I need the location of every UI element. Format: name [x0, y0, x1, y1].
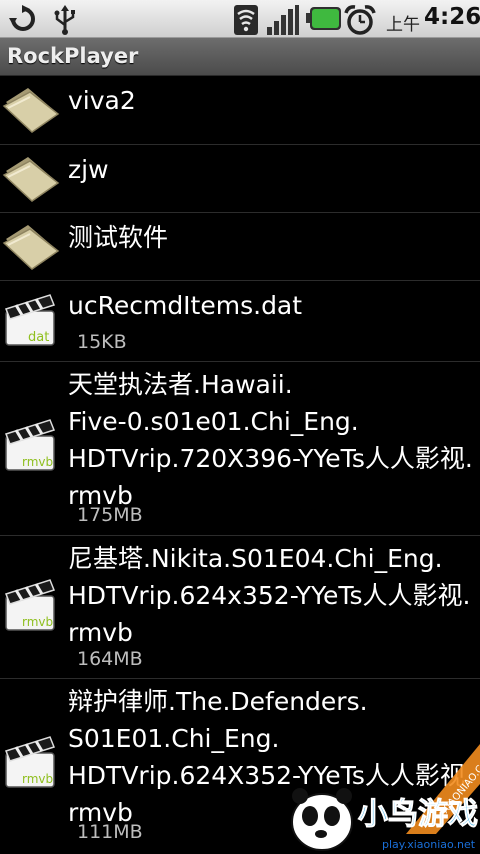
file-size: 111MB — [77, 821, 143, 843]
file-name: 天堂执法者.Hawaii. Five-0.s01e01.Chi_Eng. HDT… — [68, 366, 476, 514]
file-name-line: HDTVrip.624x352-YYeTs人人影视. — [68, 581, 471, 610]
alarm-icon — [344, 5, 376, 35]
status-bar: 上午 4:26 — [0, 0, 480, 38]
file-type-badge: dat — [28, 330, 49, 345]
file-type-badge: rmvb — [22, 455, 53, 469]
file-size: 175MB — [77, 504, 143, 526]
file-name: ucRecmdItems.dat — [68, 291, 303, 320]
usb-icon — [54, 5, 75, 35]
clapperboard-icon: dat — [5, 294, 55, 346]
file-name-line: Five-0.s01e01.Chi_Eng. — [68, 407, 359, 436]
list-item[interactable]: viva2 — [0, 76, 480, 145]
file-size: 15KB — [77, 331, 127, 353]
time-prefix: 上午 — [386, 15, 420, 35]
file-name-line: 天堂执法者.Hawaii. — [68, 370, 293, 399]
clapperboard-icon: rmvb — [5, 419, 55, 471]
watermark-text: 小鸟游戏 — [358, 797, 478, 832]
list-item[interactable]: zjw — [0, 145, 480, 213]
folder-icon — [2, 157, 60, 202]
app-title: RockPlayer — [7, 44, 139, 68]
signal-icon — [267, 5, 299, 35]
file-type-badge: rmvb — [22, 615, 53, 629]
clapperboard-icon: rmvb — [5, 736, 55, 788]
file-name-line: 尼基塔.Nikita.S01E04.Chi_Eng. — [68, 544, 443, 573]
watermark-url-2: play.xiaoniao.net — [382, 838, 476, 851]
list-item[interactable]: dat ucRecmdItems.dat 15KB — [0, 281, 480, 362]
file-name: 尼基塔.Nikita.S01E04.Chi_Eng. HDTVrip.624x3… — [68, 540, 476, 651]
clapperboard-icon: rmvb — [5, 579, 55, 631]
file-name: 测试软件 — [68, 223, 169, 252]
clock: 4:26 — [424, 4, 480, 30]
folder-icon — [2, 225, 60, 270]
file-name: viva2 — [68, 86, 136, 115]
file-type-badge: rmvb — [22, 772, 53, 786]
file-name-line: HDTVrip.720X396-YYeTs人人影视. — [68, 444, 473, 473]
app-title-bar: RockPlayer — [0, 38, 480, 76]
file-name: zjw — [68, 155, 109, 184]
file-size: 164MB — [77, 648, 143, 670]
list-item[interactable]: 测试软件 — [0, 213, 480, 281]
wifi-icon — [234, 5, 258, 35]
list-item[interactable]: rmvb 尼基塔.Nikita.S01E04.Chi_Eng. HDTVrip.… — [0, 536, 480, 679]
file-name-line: 辩护律师.The.Defenders. — [68, 687, 368, 716]
list-item[interactable]: rmvb 天堂执法者.Hawaii. Five-0.s01e01.Chi_Eng… — [0, 362, 480, 536]
sync-icon — [9, 5, 35, 31]
battery-icon — [306, 7, 341, 30]
file-name-line: rmvb — [68, 618, 133, 647]
watermark-logo: XIAONIAO.COM 小鸟游戏 play.xiaoniao.net — [291, 744, 480, 851]
folder-icon — [2, 88, 60, 133]
